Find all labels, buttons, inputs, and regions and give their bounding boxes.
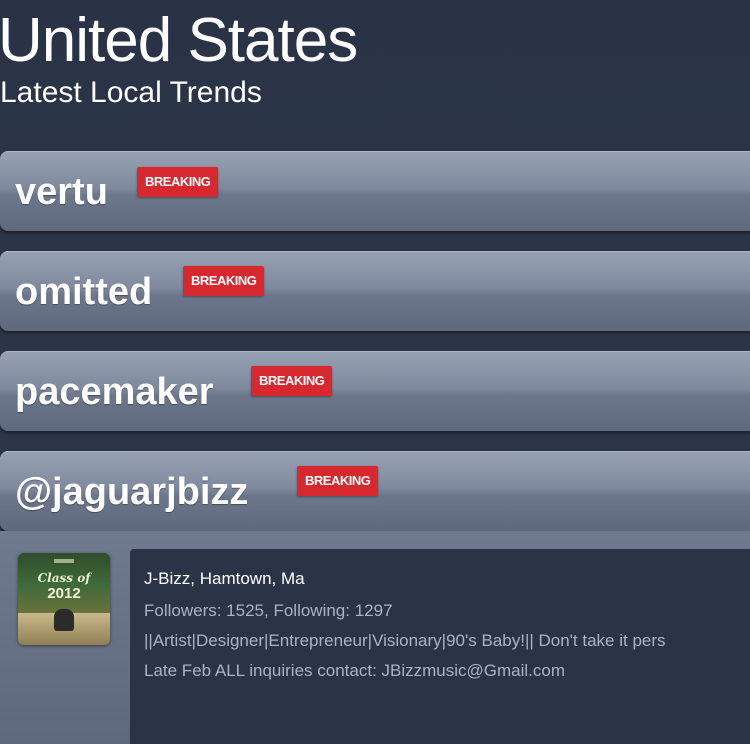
avatar-text-top: Class of [37,571,91,585]
trend-item-omitted[interactable]: omitted BREAKING [0,251,750,331]
avatar[interactable]: Class of 2012 [18,553,110,645]
user-bio: ||Artist|Designer|Entrepreneur|Visionary… [144,631,666,650]
user-bio-contact: Late Feb ALL inquiries contact: JBizzmus… [144,661,566,680]
trend-name[interactable]: vertu [15,170,108,214]
avatar-text-year: 2012 [47,585,81,602]
trend-item-pacemaker[interactable]: pacemaker BREAKING [0,351,750,431]
breaking-badge: BREAKING [297,466,379,496]
page-subtitle: Latest Local Trends [0,76,262,109]
breaking-badge: BREAKING [251,366,333,396]
trend-detail-panel: Class of 2012 J-Bizz, Hamtown, Ma Follow… [0,531,750,744]
avatar-decoration [54,559,74,563]
header: United States Latest Local Trends [0,0,750,140]
user-name-location[interactable]: J-Bizz, Hamtown, Ma [144,569,305,589]
breaking-badge: BREAKING [183,266,265,296]
avatar-figure [54,609,74,631]
page-title: United States [0,6,358,75]
breaking-badge: BREAKING [137,167,219,197]
trend-item-jaguarjbizz[interactable]: @jaguarjbizz BREAKING [0,451,750,531]
trend-name[interactable]: pacemaker [15,370,214,414]
tweet-info-box: J-Bizz, Hamtown, Ma Followers: 1525, Fol… [130,549,750,744]
follow-stats: Followers: 1525, Following: 1297 [144,601,393,620]
trend-name[interactable]: omitted [15,270,152,314]
trend-name[interactable]: @jaguarjbizz [15,470,248,514]
trend-item-vertu[interactable]: vertu BREAKING [0,151,750,231]
trends-page: United States Latest Local Trends vertu … [0,0,750,744]
